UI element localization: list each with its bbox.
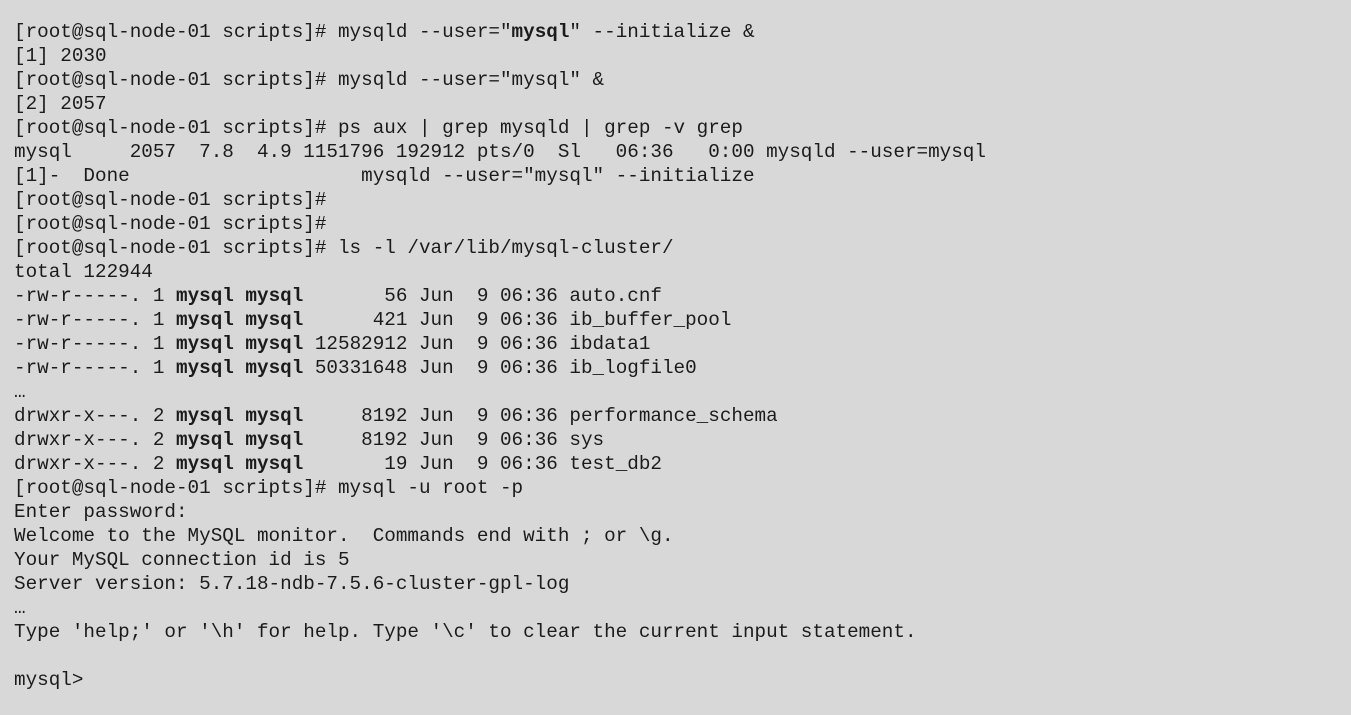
terminal-line: mysql 2057 7.8 4.9 1151796 192912 pts/0 … — [14, 140, 1337, 164]
terminal-text: 8192 Jun 9 06:36 performance_schema — [303, 405, 778, 427]
terminal-text: Server version: 5.7.18-ndb-7.5.6-cluster… — [14, 573, 570, 595]
terminal-text-bold: mysql mysql — [176, 453, 304, 475]
terminal-text: -rw-r-----. 1 — [14, 285, 176, 307]
terminal-line: drwxr-x---. 2 mysql mysql 19 Jun 9 06:36… — [14, 452, 1337, 476]
terminal-line: [1]- Done mysqld --user="mysql" --initia… — [14, 164, 1337, 188]
terminal-text: total 122944 — [14, 261, 153, 283]
terminal-text-bold: mysql mysql — [176, 285, 304, 307]
terminal-text: [root@sql-node-01 scripts]# — [14, 213, 327, 235]
terminal-line: -rw-r-----. 1 mysql mysql 421 Jun 9 06:3… — [14, 308, 1337, 332]
terminal-text: … — [14, 381, 26, 403]
terminal-text: drwxr-x---. 2 — [14, 453, 176, 475]
terminal-line: -rw-r-----. 1 mysql mysql 50331648 Jun 9… — [14, 356, 1337, 380]
terminal-line: -rw-r-----. 1 mysql mysql 56 Jun 9 06:36… — [14, 284, 1337, 308]
terminal-text: [root@sql-node-01 scripts]# ps aux | gre… — [14, 117, 743, 139]
terminal-text: 56 Jun 9 06:36 auto.cnf — [303, 285, 662, 307]
terminal-line: [root@sql-node-01 scripts]# ps aux | gre… — [14, 116, 1337, 140]
terminal-line: [root@sql-node-01 scripts]# ls -l /var/l… — [14, 236, 1337, 260]
terminal-line: [root@sql-node-01 scripts]# — [14, 212, 1337, 236]
terminal-line: [2] 2057 — [14, 92, 1337, 116]
terminal-text-bold: mysql mysql — [176, 405, 304, 427]
terminal-text-bold: mysql mysql — [176, 429, 304, 451]
terminal-line: [root@sql-node-01 scripts]# mysql -u roo… — [14, 476, 1337, 500]
terminal-text: Enter password: — [14, 501, 188, 523]
terminal-line: -rw-r-----. 1 mysql mysql 12582912 Jun 9… — [14, 332, 1337, 356]
terminal-text-bold: mysql mysql — [176, 309, 304, 331]
terminal-text: mysql 2057 7.8 4.9 1151796 192912 pts/0 … — [14, 141, 986, 163]
terminal-line: [1] 2030 — [14, 44, 1337, 68]
terminal-line: [root@sql-node-01 scripts]# mysqld --use… — [14, 20, 1337, 44]
terminal-line: Enter password: — [14, 500, 1337, 524]
terminal-line: drwxr-x---. 2 mysql mysql 8192 Jun 9 06:… — [14, 404, 1337, 428]
terminal-text: 19 Jun 9 06:36 test_db2 — [303, 453, 662, 475]
terminal-text: drwxr-x---. 2 — [14, 429, 176, 451]
terminal-text: 50331648 Jun 9 06:36 ib_logfile0 — [303, 357, 697, 379]
terminal-text: [2] 2057 — [14, 93, 107, 115]
terminal-line: Server version: 5.7.18-ndb-7.5.6-cluster… — [14, 572, 1337, 596]
terminal-line: total 122944 — [14, 260, 1337, 284]
terminal-text: mysql> — [14, 669, 84, 691]
terminal-text: [1]- Done mysqld --user="mysql" --initia… — [14, 165, 755, 187]
terminal-text: " --initialize & — [569, 21, 755, 43]
terminal-text: [root@sql-node-01 scripts]# — [14, 189, 327, 211]
terminal-text-bold: mysql mysql — [176, 333, 304, 355]
terminal-text: Welcome to the MySQL monitor. Commands e… — [14, 525, 674, 547]
terminal-text: 421 Jun 9 06:36 ib_buffer_pool — [303, 309, 732, 331]
terminal-text: [root@sql-node-01 scripts]# ls -l /var/l… — [14, 237, 674, 259]
terminal-text-bold: mysql mysql — [176, 357, 304, 379]
terminal-text: 12582912 Jun 9 06:36 ibdata1 — [303, 333, 651, 355]
terminal-line: mysql> — [14, 668, 1337, 692]
terminal-line: Welcome to the MySQL monitor. Commands e… — [14, 524, 1337, 548]
terminal-text: [1] 2030 — [14, 45, 107, 67]
terminal-text-bold: mysql — [511, 21, 570, 43]
terminal-line: Your MySQL connection id is 5 — [14, 548, 1337, 572]
terminal-text: Type 'help;' or '\h' for help. Type '\c'… — [14, 621, 917, 643]
terminal-line: Type 'help;' or '\h' for help. Type '\c'… — [14, 620, 1337, 644]
terminal-line: … — [14, 596, 1337, 620]
terminal-text: [root@sql-node-01 scripts]# mysqld --use… — [14, 21, 512, 43]
terminal-output[interactable]: [root@sql-node-01 scripts]# mysqld --use… — [0, 0, 1351, 715]
terminal-text: -rw-r-----. 1 — [14, 357, 176, 379]
terminal-text: -rw-r-----. 1 — [14, 333, 176, 355]
terminal-line: [root@sql-node-01 scripts]# — [14, 188, 1337, 212]
terminal-line: … — [14, 380, 1337, 404]
terminal-text: drwxr-x---. 2 — [14, 405, 176, 427]
terminal-text: -rw-r-----. 1 — [14, 309, 176, 331]
terminal-line: drwxr-x---. 2 mysql mysql 8192 Jun 9 06:… — [14, 428, 1337, 452]
terminal-text: [root@sql-node-01 scripts]# mysql -u roo… — [14, 477, 524, 499]
terminal-line: [root@sql-node-01 scripts]# mysqld --use… — [14, 68, 1337, 92]
terminal-text: … — [14, 597, 26, 619]
terminal-text: [root@sql-node-01 scripts]# mysqld --use… — [14, 69, 605, 91]
terminal-text: 8192 Jun 9 06:36 sys — [303, 429, 605, 451]
terminal-text: Your MySQL connection id is 5 — [14, 549, 350, 571]
